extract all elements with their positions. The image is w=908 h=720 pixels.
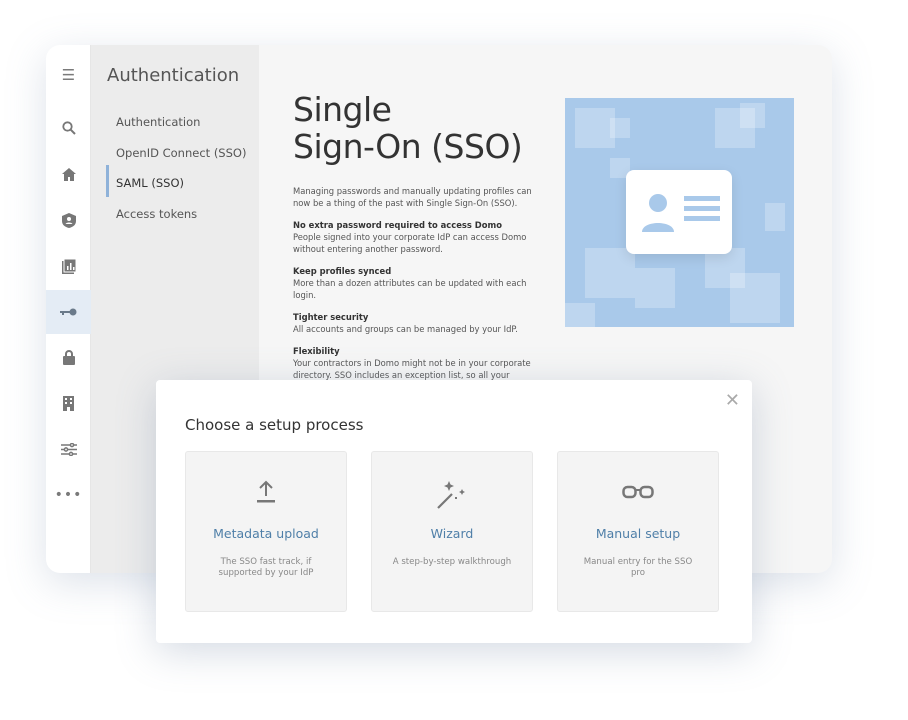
close-icon[interactable]: ✕ <box>725 390 740 411</box>
page-title: Single Sign-On (SSO) <box>293 90 523 166</box>
wizard-option[interactable]: Wizard A step-by-step walkthrough <box>371 451 533 612</box>
user-shield-icon[interactable] <box>46 198 91 242</box>
option-label: Manual setup <box>595 526 681 541</box>
feature-text: Your contractors in Domo might not be in… <box>293 358 531 380</box>
option-description: A step-by-step walkthrough <box>392 557 512 567</box>
feature-heading: Tighter security <box>293 312 369 322</box>
building-icon[interactable] <box>46 381 91 425</box>
home-icon[interactable] <box>46 152 91 196</box>
sso-illustration <box>565 98 794 327</box>
report-icon[interactable] <box>46 244 91 288</box>
lock-icon[interactable] <box>46 335 91 379</box>
more-icon[interactable]: ••• <box>46 473 91 517</box>
sidebar-item-saml[interactable]: SAML (SSO) <box>116 176 184 190</box>
id-card-icon <box>626 170 732 254</box>
menu-icon[interactable]: ☰ <box>46 53 91 97</box>
sidebar-item-authentication[interactable]: Authentication <box>116 115 200 129</box>
upload-icon <box>186 480 346 510</box>
option-description: The SSO fast track, if supported by your… <box>218 557 314 578</box>
feature-text: People signed into your corporate IdP ca… <box>293 232 527 254</box>
key-icon[interactable] <box>46 290 91 334</box>
sidebar-item-access-tokens[interactable]: Access tokens <box>116 207 197 221</box>
title-line-1: Single <box>293 90 392 129</box>
option-label: Metadata upload <box>213 526 319 541</box>
feature-text: All accounts and groups can be managed b… <box>293 324 518 334</box>
modal-title: Choose a setup process <box>185 416 364 434</box>
magic-wand-icon <box>372 480 532 516</box>
feature-text: More than a dozen attributes can be upda… <box>293 278 527 300</box>
feature-heading: No extra password required to access Dom… <box>293 220 502 230</box>
feature-heading: Keep profiles synced <box>293 266 392 276</box>
sidebar-item-openid-connect[interactable]: OpenID Connect (SSO) <box>116 146 246 160</box>
feature-heading: Flexibility <box>293 346 340 356</box>
sliders-icon[interactable] <box>46 427 91 471</box>
search-icon[interactable] <box>46 106 91 150</box>
option-description: Manual entry for the SSO pro <box>583 557 693 578</box>
description: Managing passwords and manually updating… <box>293 185 533 380</box>
sidebar-title: Authentication <box>107 65 240 86</box>
icon-rail: ☰ ••• <box>46 45 91 573</box>
glasses-icon <box>558 480 718 505</box>
metadata-upload-option[interactable]: Metadata upload The SSO fast track, if s… <box>185 451 347 612</box>
manual-setup-option[interactable]: Manual setup Manual entry for the SSO pr… <box>557 451 719 612</box>
intro-text: Managing passwords and manually updating… <box>293 186 532 208</box>
setup-process-modal: ✕ Choose a setup process Metadata upload… <box>156 380 752 643</box>
title-line-2: Sign-On (SSO) <box>293 127 523 166</box>
option-label: Wizard <box>430 526 474 541</box>
active-indicator <box>106 165 109 197</box>
